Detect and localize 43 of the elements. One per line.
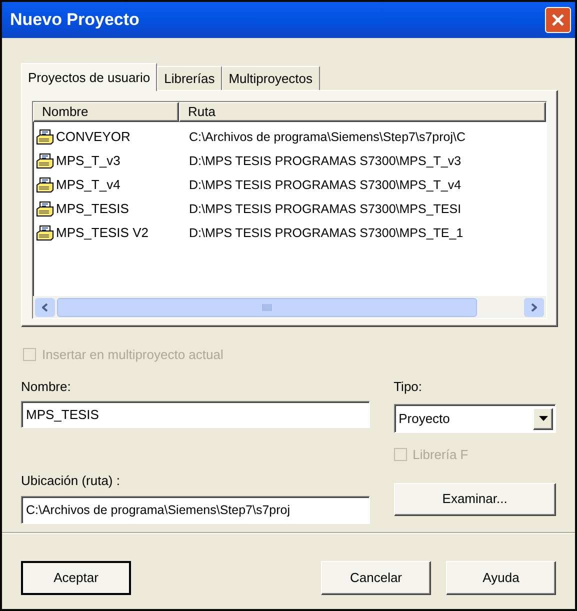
tab[interactable]: Librerías bbox=[157, 66, 222, 90]
chevron-right-icon bbox=[531, 302, 537, 312]
close-button[interactable] bbox=[545, 7, 571, 33]
chevron-left-icon bbox=[42, 302, 48, 312]
dialog-button[interactable]: Aceptar bbox=[21, 560, 131, 594]
project-icon bbox=[36, 225, 54, 241]
window-title: Nuevo Proyecto bbox=[10, 9, 140, 32]
tab[interactable]: Multiproyectos bbox=[222, 66, 320, 90]
scroll-left-button[interactable] bbox=[35, 298, 55, 316]
field-label: Ubicación (ruta) : bbox=[21, 472, 121, 490]
field-label: Tipo: bbox=[394, 378, 424, 396]
project-path: D:\MPS TESIS PROGRAMAS S7300\MPS_T_v3 bbox=[188, 152, 462, 170]
column-header[interactable]: Nombre bbox=[33, 102, 179, 122]
checkbox-label: Insertar en multiproyecto actual bbox=[42, 346, 224, 364]
project-path: D:\MPS TESIS PROGRAMAS S7300\MPS_TESI bbox=[188, 200, 462, 218]
project-path: D:\MPS TESIS PROGRAMAS S7300\MPS_T_v4 bbox=[188, 176, 462, 194]
grip-icon bbox=[262, 304, 272, 310]
project-name[interactable]: CONVEYOR bbox=[56, 127, 130, 147]
name-input[interactable]: MPS_TESIS bbox=[21, 401, 370, 428]
tab[interactable]: Proyectos de usuario bbox=[21, 63, 158, 91]
project-icon bbox=[36, 201, 54, 217]
dialog-button[interactable]: Ayuda bbox=[446, 560, 556, 594]
project-name[interactable]: MPS_T_v3 bbox=[56, 151, 120, 171]
field-label: Nombre: bbox=[21, 378, 72, 396]
project-path: C:\Archivos de programa\Siemens\Step7\s7proj\C bbox=[188, 128, 466, 146]
location-input[interactable]: C:\Archivos de programa\Siemens\Step7\s7proj bbox=[21, 496, 370, 524]
dialog-button[interactable]: Cancelar bbox=[321, 560, 431, 594]
project-icon bbox=[36, 129, 54, 145]
project-name[interactable]: MPS_TESIS V2 bbox=[56, 223, 148, 243]
project-name[interactable]: MPS_T_v4 bbox=[56, 175, 120, 195]
scroll-thumb[interactable] bbox=[57, 298, 477, 316]
project-name[interactable]: MPS_TESIS bbox=[56, 199, 129, 219]
close-icon bbox=[551, 13, 565, 27]
project-icon bbox=[36, 153, 54, 169]
horizontal-scrollbar[interactable] bbox=[33, 296, 546, 318]
scroll-right-button[interactable] bbox=[524, 298, 544, 316]
type-dropdown[interactable]: Proyecto bbox=[394, 404, 556, 433]
column-header[interactable]: Ruta bbox=[179, 102, 546, 122]
browse-button[interactable]: Examinar... bbox=[394, 482, 556, 516]
checkbox-label: Librería F bbox=[412, 446, 468, 464]
dropdown-arrow-icon bbox=[538, 416, 548, 421]
project-path: D:\MPS TESIS PROGRAMAS S7300\MPS_TE_1 bbox=[188, 224, 464, 242]
project-icon bbox=[36, 177, 54, 193]
